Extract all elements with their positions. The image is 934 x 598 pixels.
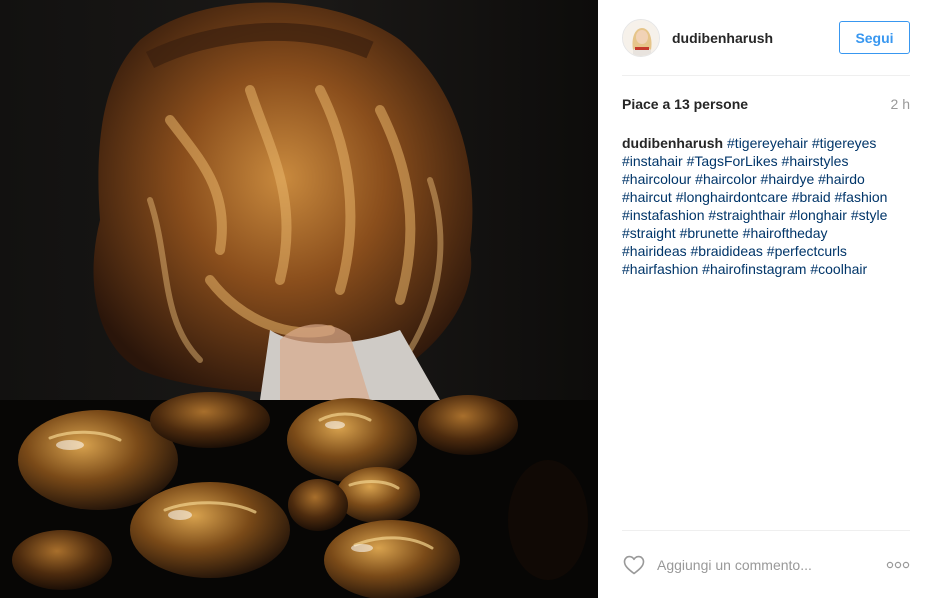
caption-line: #hairfashion #hairofinstagram #coolhair [622,260,914,278]
caption-line: #haircut #longhairdontcare #braid #fashi… [622,188,914,206]
hashtag-link[interactable]: #brunette [680,225,739,241]
hashtag-link[interactable]: #hairstyles [782,153,849,169]
hashtag-link[interactable]: #instafashion [622,207,705,223]
caption-line: #hairideas #braidideas #perfectcurls [622,242,914,260]
hashtag-link[interactable]: #hairdye [761,171,815,187]
avatar[interactable] [622,18,660,57]
post-timestamp[interactable]: 2 h [891,96,910,114]
hashtag-link[interactable]: #hairoftheday [743,225,828,241]
hashtag-link[interactable]: #straight [622,225,676,241]
likes-count[interactable]: Piace a 13 persone [622,96,748,114]
post-image[interactable] [0,0,598,598]
comment-bar [622,530,910,598]
caption-username[interactable]: dudibenharush [622,135,723,151]
avatar-image [623,19,659,56]
hashtag-link[interactable]: #hairfashion [622,261,698,277]
username-link[interactable]: dudibenharush [672,30,773,46]
hashtag-link[interactable]: #braid [792,189,831,205]
instagram-post: dudibenharush Segui Piace a 13 persone 2… [0,0,934,598]
caption-line: #straight #brunette #hairoftheday [622,224,914,242]
hashtag-link[interactable]: #coolhair [810,261,867,277]
post-side-panel: dudibenharush Segui Piace a 13 persone 2… [598,0,934,598]
hashtag-link[interactable]: #hairdo [818,171,865,187]
heart-outline-icon[interactable] [622,553,646,577]
post-header: dudibenharush Segui [622,0,910,76]
more-options-icon[interactable] [882,555,910,575]
hashtag-link[interactable]: #braidideas [691,243,763,259]
hashtag-link[interactable]: #haircolour [622,171,691,187]
hashtag-link[interactable]: #straighthair [708,207,785,223]
hashtag-link[interactable]: #hairofinstagram [702,261,806,277]
hashtag-link[interactable]: #haircolor [695,171,756,187]
post-meta: Piace a 13 persone 2 h [622,96,910,114]
hashtag-link[interactable]: #longhairdontcare [676,189,788,205]
hashtag-link[interactable]: #tigereyes [812,135,877,151]
hashtag-link[interactable]: #tigereyehair [727,135,808,151]
hashtag-link[interactable]: #haircut [622,189,672,205]
post-caption: dudibenharush #tigereyehair #tigereyes #i… [622,134,914,278]
caption-line: #haircolour #haircolor #hairdye #hairdo [622,170,914,188]
hashtag-link[interactable]: #TagsForLikes [687,153,778,169]
caption-line: #instahair #TagsForLikes #hairstyles [622,152,914,170]
follow-button[interactable]: Segui [839,21,910,54]
hashtag-link[interactable]: #instahair [622,153,683,169]
caption-line: #instafashion #straighthair #longhair #s… [622,206,914,224]
hashtag-link[interactable]: #fashion [835,189,888,205]
caption-line: dudibenharush #tigereyehair #tigereyes [622,134,914,152]
hashtag-link[interactable]: #hairideas [622,243,687,259]
collage-image [0,0,598,598]
hashtag-link[interactable]: #longhair [789,207,847,223]
comment-input[interactable] [657,556,882,573]
hashtag-link[interactable]: #style [851,207,888,223]
hashtag-link[interactable]: #perfectcurls [767,243,847,259]
